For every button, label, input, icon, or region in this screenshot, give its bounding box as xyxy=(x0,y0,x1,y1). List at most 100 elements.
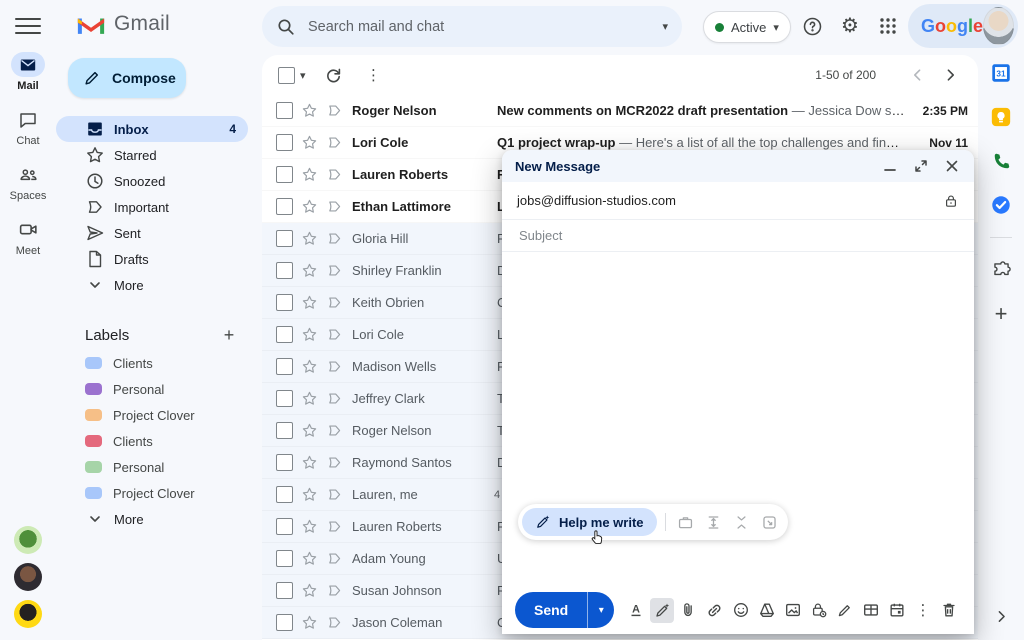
star-icon[interactable] xyxy=(300,614,318,632)
subject-input[interactable] xyxy=(517,227,959,244)
layout-icon[interactable] xyxy=(859,598,883,623)
user-avatar[interactable] xyxy=(983,7,1014,45)
row-checkbox[interactable] xyxy=(276,294,293,311)
close-icon[interactable] xyxy=(943,157,961,175)
add-panel-icon[interactable]: + xyxy=(989,302,1013,326)
recipient-field[interactable]: jobs@diffusion-studios.com xyxy=(502,182,974,220)
add-label-icon[interactable]: + xyxy=(218,324,240,346)
select-options-caret-icon[interactable]: ▾ xyxy=(300,69,306,82)
importance-marker-icon[interactable] xyxy=(325,454,343,472)
importance-marker-icon[interactable] xyxy=(325,486,343,504)
star-icon[interactable] xyxy=(300,102,318,120)
sidebar-label-item[interactable]: Project Clover xyxy=(56,480,262,506)
star-icon[interactable] xyxy=(300,582,318,600)
row-checkbox[interactable] xyxy=(276,614,293,631)
row-checkbox[interactable] xyxy=(276,518,293,535)
rail-item[interactable]: Chat xyxy=(0,107,56,147)
row-checkbox[interactable] xyxy=(276,390,293,407)
addons-puzzle-icon[interactable] xyxy=(989,258,1013,282)
search-bar[interactable]: ▾ xyxy=(262,6,682,47)
star-icon[interactable] xyxy=(300,326,318,344)
account-chip[interactable]: Google xyxy=(908,4,1018,48)
star-icon[interactable] xyxy=(300,390,318,408)
sidebar-item[interactable]: Drafts xyxy=(56,246,248,272)
row-checkbox[interactable] xyxy=(276,358,293,375)
settings-gear-icon[interactable]: ⚙ xyxy=(838,14,862,38)
pop-out-icon[interactable] xyxy=(912,157,930,175)
calendar-icon[interactable]: 31 xyxy=(989,61,1013,85)
previous-page-icon[interactable] xyxy=(906,63,930,87)
star-icon[interactable] xyxy=(300,230,318,248)
tasks-icon[interactable] xyxy=(989,193,1013,217)
star-icon[interactable] xyxy=(300,294,318,312)
star-icon[interactable] xyxy=(300,486,318,504)
send-button[interactable]: Send xyxy=(515,592,587,628)
email-row[interactable]: Roger Nelson New comments on MCR2022 dra… xyxy=(262,95,978,127)
importance-marker-icon[interactable] xyxy=(325,294,343,312)
more-options-icon[interactable]: ⋮ xyxy=(362,63,386,87)
sidebar-item[interactable]: Snoozed xyxy=(56,168,248,194)
star-icon[interactable] xyxy=(300,550,318,568)
importance-marker-icon[interactable] xyxy=(325,614,343,632)
select-all-checkbox[interactable] xyxy=(278,67,295,84)
star-icon[interactable] xyxy=(300,262,318,280)
insert-photo-icon[interactable] xyxy=(781,598,805,623)
rail-item[interactable]: Spaces xyxy=(0,162,56,202)
row-checkbox[interactable] xyxy=(276,166,293,183)
compose-body[interactable]: Help me write xyxy=(502,252,974,586)
row-checkbox[interactable] xyxy=(276,582,293,599)
sidebar-label-item[interactable]: Personal xyxy=(56,454,262,480)
star-icon[interactable] xyxy=(300,518,318,536)
voice-icon[interactable] xyxy=(989,149,1013,173)
star-icon[interactable] xyxy=(300,166,318,184)
sidebar-item[interactable]: Sent xyxy=(56,220,248,246)
row-checkbox[interactable] xyxy=(276,262,293,279)
importance-marker-icon[interactable] xyxy=(325,166,343,184)
sidebar-label-item[interactable]: Clients xyxy=(56,350,262,376)
calendar-event-icon[interactable] xyxy=(885,598,909,623)
contact-avatar[interactable] xyxy=(14,563,42,591)
sidebar-label-item[interactable]: Personal xyxy=(56,376,262,402)
importance-marker-icon[interactable] xyxy=(325,102,343,120)
row-checkbox[interactable] xyxy=(276,454,293,471)
insert-link-icon[interactable] xyxy=(702,598,726,623)
importance-marker-icon[interactable] xyxy=(325,422,343,440)
star-icon[interactable] xyxy=(300,358,318,376)
chat-status-selector[interactable]: Active ▾ xyxy=(703,11,791,43)
elaborate-icon[interactable] xyxy=(702,510,726,534)
row-checkbox[interactable] xyxy=(276,102,293,119)
formatting-options-icon[interactable]: A xyxy=(624,598,648,623)
row-checkbox[interactable] xyxy=(276,134,293,151)
star-icon[interactable] xyxy=(300,454,318,472)
hamburger-menu-icon[interactable] xyxy=(15,14,41,38)
hide-panel-chevron-icon[interactable] xyxy=(989,604,1013,628)
star-icon[interactable] xyxy=(300,198,318,216)
apps-grid-icon[interactable] xyxy=(876,14,900,38)
attach-file-icon[interactable] xyxy=(676,598,700,623)
contact-avatar[interactable] xyxy=(14,526,42,554)
row-checkbox[interactable] xyxy=(276,422,293,439)
importance-marker-icon[interactable] xyxy=(325,518,343,536)
formalize-icon[interactable] xyxy=(674,510,698,534)
star-icon[interactable] xyxy=(300,134,318,152)
minimize-icon[interactable] xyxy=(881,157,899,175)
signature-pen-icon[interactable] xyxy=(833,598,857,623)
sidebar-item[interactable]: Inbox 4 xyxy=(56,116,248,142)
importance-marker-icon[interactable] xyxy=(325,582,343,600)
more-send-options-icon[interactable]: ⋮ xyxy=(911,598,935,623)
compose-header[interactable]: New Message xyxy=(502,150,974,182)
help-icon[interactable] xyxy=(800,14,824,38)
discard-draft-trash-icon[interactable] xyxy=(937,598,961,623)
sidebar-label-item[interactable]: Clients xyxy=(56,428,262,454)
sidebar-item[interactable]: Starred xyxy=(56,142,248,168)
importance-marker-icon[interactable] xyxy=(325,390,343,408)
star-icon[interactable] xyxy=(300,422,318,440)
sidebar-item[interactable]: Important xyxy=(56,194,248,220)
importance-marker-icon[interactable] xyxy=(325,198,343,216)
row-checkbox[interactable] xyxy=(276,550,293,567)
compose-button[interactable]: Compose xyxy=(68,58,186,98)
importance-marker-icon[interactable] xyxy=(325,326,343,344)
importance-marker-icon[interactable] xyxy=(325,358,343,376)
help-me-write-button[interactable]: Help me write xyxy=(522,508,657,536)
row-checkbox[interactable] xyxy=(276,326,293,343)
